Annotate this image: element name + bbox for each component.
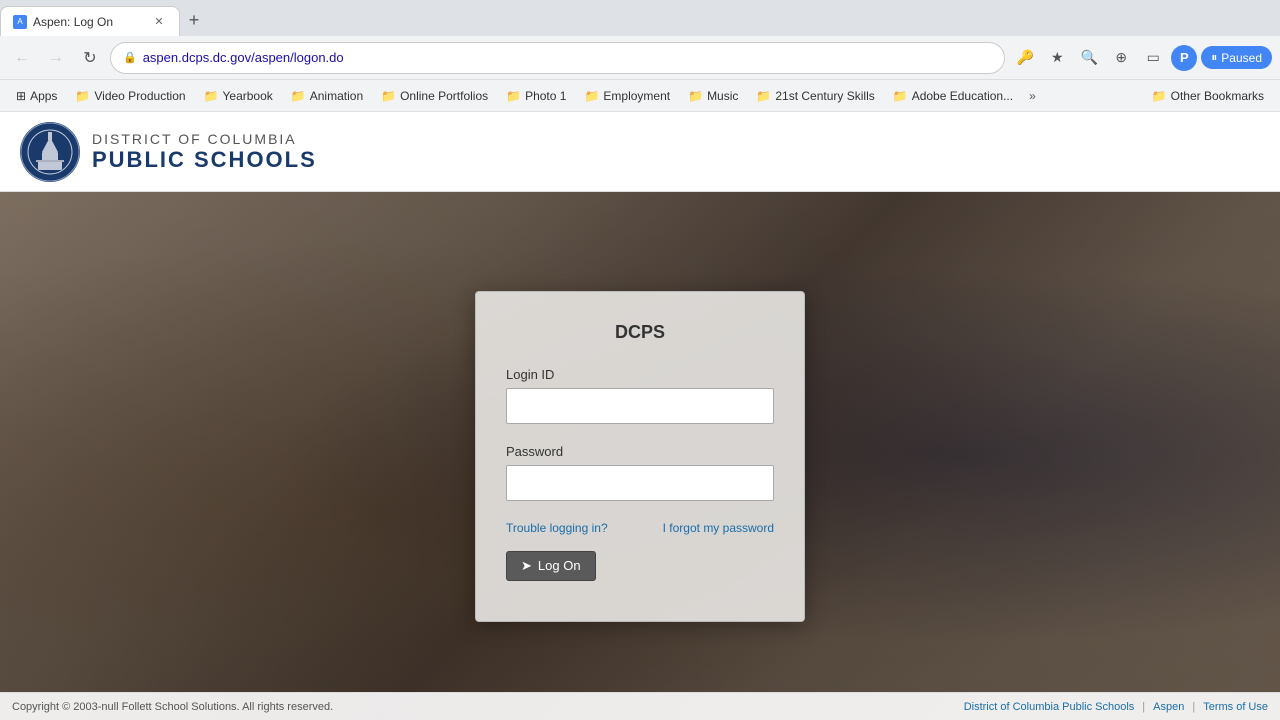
bookmark-animation-label: Animation xyxy=(310,89,363,103)
bookmark-video-label: Video Production xyxy=(94,89,185,103)
forgot-password-link[interactable]: I forgot my password xyxy=(663,521,774,535)
tab-title: Aspen: Log On xyxy=(33,15,145,29)
back-button[interactable]: ← xyxy=(8,44,36,72)
footer-links: District of Columbia Public Schools | As… xyxy=(964,701,1268,713)
lock-icon: 🔒 xyxy=(123,51,137,64)
bookmark-employment-label: Employment xyxy=(603,89,670,103)
url-bar[interactable]: 🔒 aspen.dcps.dc.gov/aspen/logon.do xyxy=(110,42,1005,74)
folder-icon: 📁 xyxy=(584,89,599,103)
folder-icon: 📁 xyxy=(204,89,219,103)
folder-icon: 📁 xyxy=(688,89,703,103)
bookmark-yearbook-label: Yearbook xyxy=(223,89,273,103)
folder-icon: 📁 xyxy=(893,89,908,103)
url-text: aspen.dcps.dc.gov/aspen/logon.do xyxy=(143,50,993,65)
search-icon[interactable]: 🔍 xyxy=(1075,44,1103,72)
folder-icon: 📁 xyxy=(381,89,396,103)
forward-button[interactable]: → xyxy=(42,44,70,72)
apps-grid-icon: ⊞ xyxy=(16,89,26,103)
org-line1: DISTRICT OF COLUMBIA xyxy=(92,131,317,147)
bookmark-apps[interactable]: ⊞ Apps xyxy=(8,86,65,106)
browser-frame: A Aspen: Log On ✕ + ← → ↻ 🔒 aspen.dcps.d… xyxy=(0,0,1280,720)
bookmark-video-production[interactable]: 📁 Video Production xyxy=(67,86,193,106)
star-icon[interactable]: ★ xyxy=(1043,44,1071,72)
tab-bar: A Aspen: Log On ✕ + xyxy=(0,0,1280,36)
cast-icon[interactable]: ▭ xyxy=(1139,44,1167,72)
login-dialog: DCPS Login ID Password Trouble logging i… xyxy=(475,291,805,622)
folder-icon: 📁 xyxy=(291,89,306,103)
footer-aspen-link[interactable]: Aspen xyxy=(1153,701,1184,713)
login-id-label: Login ID xyxy=(506,367,774,382)
bookmarks-bar: ⊞ Apps 📁 Video Production 📁 Yearbook 📁 A… xyxy=(0,80,1280,112)
bookmark-yearbook[interactable]: 📁 Yearbook xyxy=(196,86,281,106)
dialog-title: DCPS xyxy=(506,322,774,343)
bookmark-adobe-label: Adobe Education... xyxy=(912,89,1013,103)
logon-button-label: Log On xyxy=(538,558,581,573)
bookmark-adobe[interactable]: 📁 Adobe Education... xyxy=(885,86,1021,106)
bookmark-21st-century[interactable]: 📁 21st Century Skills xyxy=(748,86,882,106)
bookmark-photo1-label: Photo 1 xyxy=(525,89,566,103)
bookmark-employment[interactable]: 📁 Employment xyxy=(576,86,678,106)
other-bookmarks-label: Other Bookmarks xyxy=(1171,89,1264,103)
dcps-header: DISTRICT OF COLUMBIA PUBLIC SCHOOLS xyxy=(0,112,1280,192)
paused-label: Paused xyxy=(1221,51,1262,65)
org-line2: PUBLIC SCHOOLS xyxy=(92,147,317,173)
other-bookmarks-folder[interactable]: 📁 Other Bookmarks xyxy=(1144,86,1272,106)
footer-dcps-link[interactable]: District of Columbia Public Schools xyxy=(964,701,1135,713)
bookmark-animation[interactable]: 📁 Animation xyxy=(283,86,371,106)
bookmark-online-portfolios[interactable]: 📁 Online Portfolios xyxy=(373,86,496,106)
login-id-group: Login ID xyxy=(506,367,774,424)
bookmark-apps-label: Apps xyxy=(30,89,57,103)
bookmarks-more-button[interactable]: » xyxy=(1023,86,1042,106)
dcps-logo: DISTRICT OF COLUMBIA PUBLIC SCHOOLS xyxy=(20,122,317,182)
page-footer: Copyright © 2003-null Follett School Sol… xyxy=(0,692,1280,720)
new-tab-button[interactable]: + xyxy=(180,6,208,34)
bookmark-photo1[interactable]: 📁 Photo 1 xyxy=(498,86,574,106)
paused-icon: ⏸ xyxy=(1211,50,1217,65)
password-label: Password xyxy=(506,444,774,459)
key-icon[interactable]: 🔑 xyxy=(1011,44,1039,72)
page-content: DISTRICT OF COLUMBIA PUBLIC SCHOOLS DCPS… xyxy=(0,112,1280,720)
login-id-input[interactable] xyxy=(506,388,774,424)
password-input[interactable] xyxy=(506,465,774,501)
links-row: Trouble logging in? I forgot my password xyxy=(506,521,774,535)
logon-arrow-icon: ➤ xyxy=(521,558,532,574)
logo-seal xyxy=(20,122,80,182)
tab-close-button[interactable]: ✕ xyxy=(151,14,167,30)
folder-icon: 📁 xyxy=(506,89,521,103)
page-background: DCPS Login ID Password Trouble logging i… xyxy=(0,192,1280,720)
footer-sep1: | xyxy=(1142,701,1145,713)
footer-sep2: | xyxy=(1192,701,1195,713)
bookmark-portfolios-label: Online Portfolios xyxy=(400,89,488,103)
folder-icon: 📁 xyxy=(75,89,90,103)
zoom-icon[interactable]: ⊕ xyxy=(1107,44,1135,72)
logon-button[interactable]: ➤ Log On xyxy=(506,551,596,581)
toolbar-icons: 🔑 ★ 🔍 ⊕ ▭ P ⏸ Paused xyxy=(1011,44,1272,72)
footer-terms-link[interactable]: Terms of Use xyxy=(1203,701,1268,713)
address-bar: ← → ↻ 🔒 aspen.dcps.dc.gov/aspen/logon.do… xyxy=(0,36,1280,80)
paused-button[interactable]: ⏸ Paused xyxy=(1201,46,1272,69)
bookmark-music[interactable]: 📁 Music xyxy=(680,86,746,106)
folder-icon: 📁 xyxy=(756,89,771,103)
reload-button[interactable]: ↻ xyxy=(76,44,104,72)
copyright-text: Copyright © 2003-null Follett School Sol… xyxy=(12,701,333,713)
active-tab[interactable]: A Aspen: Log On ✕ xyxy=(0,6,180,36)
trouble-logging-link[interactable]: Trouble logging in? xyxy=(506,521,608,535)
profile-button[interactable]: P xyxy=(1171,45,1197,71)
logo-text: DISTRICT OF COLUMBIA PUBLIC SCHOOLS xyxy=(92,131,317,173)
tab-favicon: A xyxy=(13,15,27,29)
bookmark-21st-label: 21st Century Skills xyxy=(775,89,874,103)
password-group: Password xyxy=(506,444,774,501)
bookmark-music-label: Music xyxy=(707,89,738,103)
other-folder-icon: 📁 xyxy=(1152,89,1167,103)
